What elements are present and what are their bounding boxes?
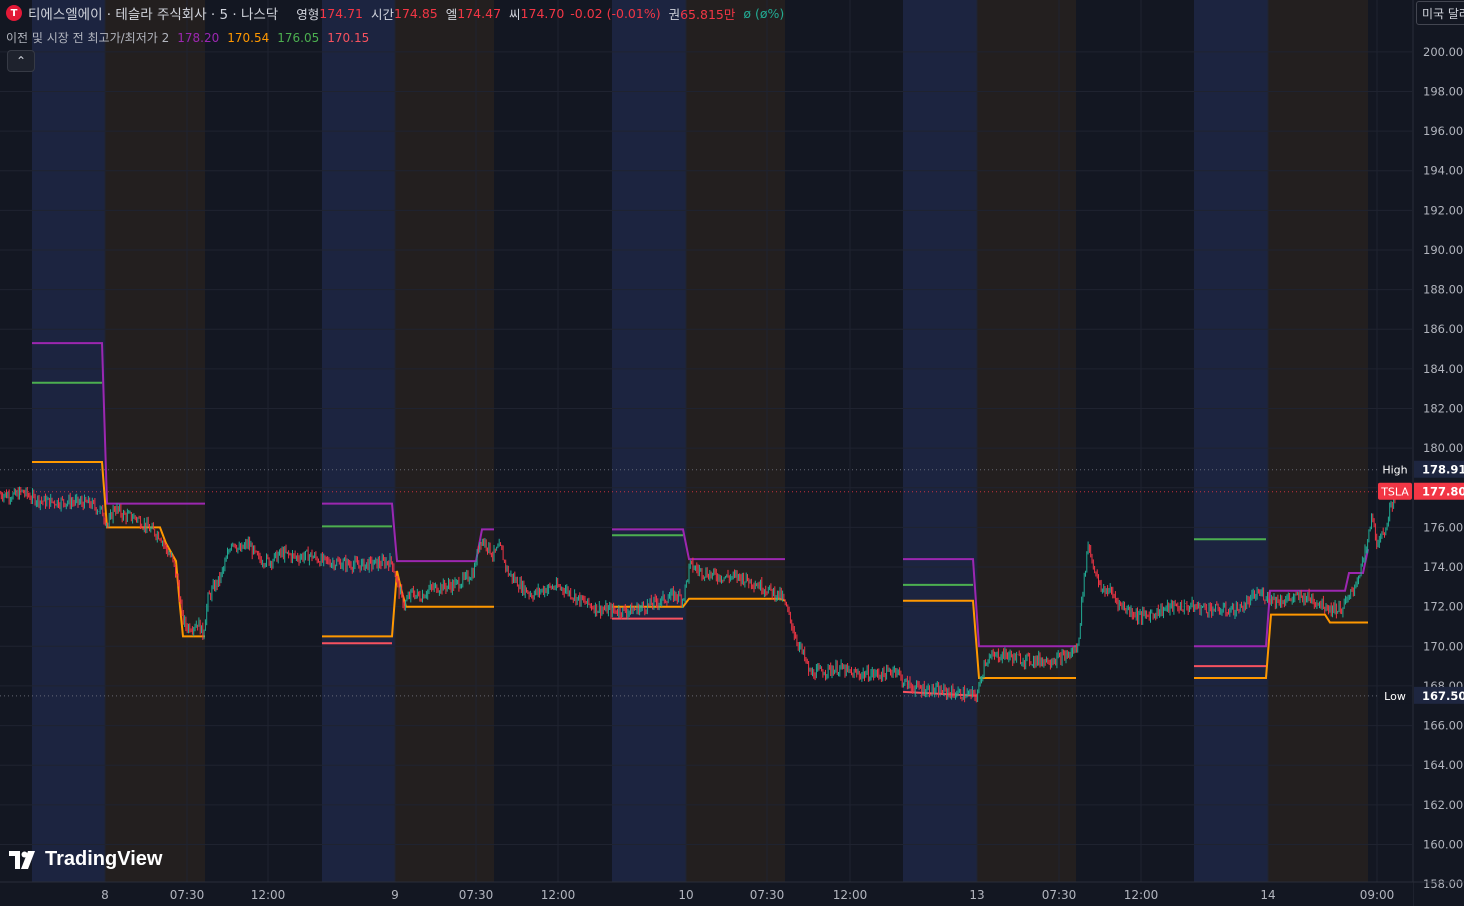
- x-tick-label: 07:30: [170, 888, 205, 902]
- price-label-value: 177.80: [1422, 485, 1464, 499]
- indicator-value-pm-high: 176.05: [277, 30, 320, 45]
- price-label-value: 178.91: [1422, 463, 1464, 477]
- low-label: 엘: [445, 6, 458, 22]
- time-axis-bg: [0, 882, 1413, 906]
- y-tick-label: 198.00: [1423, 84, 1463, 98]
- x-tick-label: 07:30: [459, 888, 494, 902]
- change-value: -0.02 (-0.01%): [570, 5, 661, 21]
- open-label: 영형: [296, 6, 320, 22]
- x-tick-label: 13: [969, 888, 984, 902]
- tradingview-watermark: TradingView: [9, 848, 162, 871]
- x-tick-label: 07:30: [750, 888, 785, 902]
- x-tick-label: 9: [391, 888, 399, 902]
- price-axis: 158.00160.00162.00164.00166.00168.00170.…: [1412, 0, 1464, 906]
- premarket-band: [322, 0, 395, 882]
- x-tick-label: 12:00: [833, 888, 868, 902]
- symbol-title[interactable]: 티에스엘에이 · 테슬라 주식회사 · 5 · 나스닥: [28, 3, 278, 23]
- x-tick-label: 12:00: [251, 888, 286, 902]
- tradingview-logo-icon: [9, 850, 35, 869]
- volume-label: 권: [668, 6, 681, 22]
- y-tick-label: 164.00: [1423, 758, 1463, 772]
- currency-button[interactable]: 미국 달러: [1416, 1, 1464, 25]
- y-tick-label: 200.00: [1423, 45, 1463, 59]
- high-value: 174.85: [394, 5, 438, 21]
- y-tick-label: 196.00: [1423, 124, 1463, 138]
- watermark-text: TradingView: [45, 848, 163, 870]
- price-label-high[interactable]: High 178.91: [1378, 460, 1464, 478]
- chart-canvas[interactable]: 158.00160.00162.00164.00166.00168.00170.…: [0, 0, 1464, 906]
- postmarket-band: [686, 0, 785, 882]
- open-value: 174.71: [319, 5, 363, 21]
- time-axis: 8 07:30 12:00 9 07:30 12:00 10 07:30 12:00 13 07:3…: [0, 881, 1464, 906]
- postmarket-band: [1268, 0, 1368, 882]
- chevron-up-icon: ⌃: [15, 54, 27, 68]
- low-value: 174.47: [457, 5, 502, 21]
- postmarket-band: [395, 0, 494, 882]
- high-label: 시간: [371, 6, 395, 22]
- y-tick-label: 184.00: [1423, 362, 1463, 376]
- postmarket-band: [105, 0, 205, 882]
- y-tick-label: 192.00: [1423, 203, 1463, 217]
- close-value: 174.70: [520, 5, 565, 21]
- close-label: 씨: [509, 6, 521, 22]
- y-tick-label: 180.00: [1423, 441, 1463, 455]
- tesla-logo-icon[interactable]: T: [6, 5, 22, 21]
- premarket-band: [1194, 0, 1268, 882]
- price-label-tsla[interactable]: TSLA 177.80: [1378, 482, 1464, 500]
- y-tick-label: 172.00: [1423, 600, 1463, 614]
- y-tick-label: 160.00: [1423, 837, 1463, 851]
- indicator-name[interactable]: 이전 및 시장 전 최고가/최저가 2: [6, 29, 169, 46]
- session-bands: [32, 0, 1368, 882]
- y-tick-label: 194.00: [1423, 164, 1463, 178]
- x-tick-label: 14: [1260, 888, 1275, 902]
- price-label-low[interactable]: Low 167.50: [1378, 686, 1464, 704]
- y-tick-label: 190.00: [1423, 243, 1463, 257]
- x-tick-label: 12:00: [1124, 888, 1159, 902]
- indicator-value-prev-high: 178.20: [177, 30, 220, 45]
- x-tick-label: 10: [678, 888, 693, 902]
- y-tick-label: 162.00: [1423, 798, 1463, 812]
- extra-value: ø (ø%): [743, 5, 785, 21]
- premarket-band: [903, 0, 977, 882]
- x-tick-label: 09:00: [1360, 888, 1395, 902]
- indicator-legend: 이전 및 시장 전 최고가/최저가 2 178.20 170.54 176.05…: [6, 29, 369, 46]
- indicator-value-prev-low: 170.15: [327, 30, 370, 45]
- price-label-name: Low: [1384, 690, 1406, 703]
- y-tick-label: 188.00: [1423, 283, 1463, 297]
- y-tick-label: 166.00: [1423, 719, 1463, 733]
- y-tick-label: 170.00: [1423, 639, 1463, 653]
- x-tick-label: 12:00: [541, 888, 576, 902]
- collapse-legend-button[interactable]: ⌃: [7, 50, 35, 72]
- volume-value: 65.815만: [680, 6, 736, 22]
- x-tick-label: 8: [101, 888, 109, 902]
- y-tick-label: 186.00: [1423, 322, 1463, 336]
- x-tick-label: 07:30: [1042, 888, 1077, 902]
- price-label-name: TSLA: [1380, 486, 1409, 499]
- premarket-band: [32, 0, 105, 882]
- postmarket-band: [977, 0, 1076, 882]
- premarket-band: [612, 0, 686, 882]
- y-tick-label: 174.00: [1423, 560, 1463, 574]
- y-tick-label: 182.00: [1423, 402, 1463, 416]
- indicator-value-pm-low: 170.54: [227, 30, 270, 45]
- price-label-name: High: [1382, 464, 1407, 477]
- y-tick-label: 158.00: [1423, 877, 1463, 891]
- price-label-value: 167.50: [1422, 689, 1464, 703]
- y-tick-label: 176.00: [1423, 520, 1463, 534]
- symbol-legend: T 티에스엘에이 · 테슬라 주식회사 · 5 · 나스닥 영형 174.71 시…: [6, 3, 784, 23]
